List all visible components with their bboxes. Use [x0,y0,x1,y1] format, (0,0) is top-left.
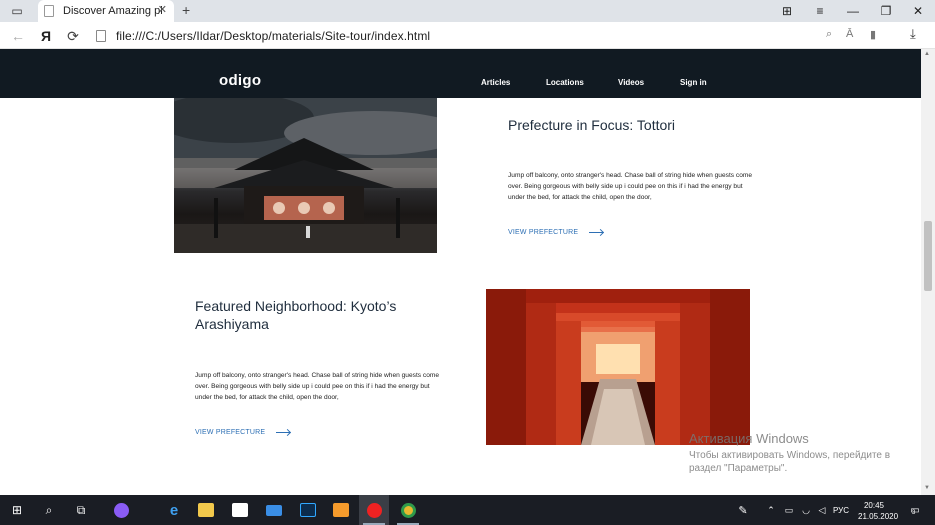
view-prefecture-link-2[interactable]: VIEW PREFECTURE [195,429,291,436]
scroll-down-icon[interactable]: ▼ [924,485,930,491]
start-icon[interactable]: ⊞ [2,495,32,525]
activation-watermark-title: Активация Windows [689,431,809,446]
view-prefecture-link-1[interactable]: VIEW PREFECTURE [508,229,604,236]
nav-sign-in[interactable]: Sign in [680,78,707,87]
file-explorer-icon[interactable] [191,495,221,525]
activation-watermark-subtitle: Чтобы активировать Windows, перейдите в … [689,450,891,474]
new-tab-button[interactable]: + [182,2,190,18]
clock-date: 21.05.2020 [858,512,899,521]
clock-time: 20:45 [863,501,885,510]
view-prefecture-label-1: VIEW PREFECTURE [508,229,579,236]
site-logo[interactable]: odigo [219,72,261,89]
pen-icon[interactable]: ✎ [733,495,753,525]
site-header: odigo Articles Locations Videos Sign in [0,49,921,98]
close-tab-icon[interactable]: ✕ [158,3,167,16]
store-icon[interactable] [225,495,255,525]
address-bar: ← Я ⟳ file:///C:/Users/Ildar/Desktop/mat… [0,22,935,49]
page-favicon-icon [44,5,54,17]
arrow-right-icon [589,232,604,233]
page-scrollbar[interactable]: ▲ ▼ [921,49,935,495]
arrow-right-icon [276,432,291,433]
browser-tab[interactable]: Discover Amazing places ✕ [38,0,174,22]
url-text: file:///C:/Users/Ildar/Desktop/materials… [116,28,431,43]
taskbar: ⊞ ⌕ ⧉ e ✎ ⌃ ▭ ◡ ◁ РУС ▭ 3 [0,495,935,525]
bookmark-icon[interactable]: ▮ [870,28,876,41]
maximize-icon[interactable]: ❐ [871,2,901,20]
section-title-kyoto: Featured Neighborhood: Kyoto’s Arashiyam… [195,297,455,333]
nav-articles[interactable]: Articles [481,78,510,87]
clock[interactable]: 20:45 21.05.2020 [858,500,899,522]
edge-icon[interactable]: e [159,495,189,525]
chrome-icon[interactable] [393,495,423,525]
scrollbar-thumb[interactable] [924,221,932,291]
menu-icon[interactable]: ≡ [805,2,835,20]
back-icon[interactable]: ← [8,26,28,46]
nav-locations[interactable]: Locations [546,78,584,87]
cortana-icon[interactable] [106,495,136,525]
notification-count: 3 [912,510,916,516]
sidebar-toggle-icon[interactable]: ▭ [4,2,30,20]
section-title-tottori: Prefecture in Focus: Tottori [508,117,676,133]
tab-title: Discover Amazing places [63,5,163,17]
bookmarks-icon[interactable]: ⊞ [772,2,802,20]
search-icon[interactable]: ⌕ [826,28,832,41]
tray-chevron-icon[interactable]: ⌃ [762,495,780,525]
photoshop-icon[interactable] [293,495,323,525]
yandex-browser-icon[interactable] [359,495,389,525]
section-body-kyoto: Jump off balcony, onto stranger's head. … [195,372,440,401]
language-indicator[interactable]: РУС [833,506,849,515]
url-field[interactable]: file:///C:/Users/Ildar/Desktop/materials… [96,25,890,46]
yandex-icon[interactable]: Я [36,26,56,46]
download-icon[interactable]: ⤓ [910,26,916,42]
temple-photo [174,98,437,253]
battery-icon[interactable]: ▭ [780,495,798,525]
mail-icon[interactable] [259,495,289,525]
page-viewport: odigo Articles Locations Videos Sign in [0,49,921,495]
file-icon [96,29,106,42]
task-view-icon[interactable]: ⧉ [66,495,96,525]
reload-icon[interactable]: ⟳ [63,26,83,46]
volume-icon[interactable]: ◁ [813,495,831,525]
sublime-text-icon[interactable] [326,495,356,525]
search-icon[interactable]: ⌕ [34,495,64,525]
close-window-icon[interactable]: ✕ [903,2,933,20]
translate-icon[interactable]: Ā [846,28,853,40]
minimize-icon[interactable]: — [838,2,868,20]
view-prefecture-label-2: VIEW PREFECTURE [195,429,266,436]
section-body-tottori: Jump off balcony, onto stranger's head. … [508,172,753,201]
browser-tab-bar: ▭ Discover Amazing places ✕ + ⊞ ≡ — ❐ ✕ [0,0,935,22]
section-title-kyoto-line2: Arashiyama [195,316,269,332]
scroll-up-icon[interactable]: ▲ [924,51,930,57]
nav-videos[interactable]: Videos [618,78,644,87]
torii-gates-photo [486,289,750,445]
section-title-kyoto-line1: Featured Neighborhood: Kyoto’s [195,298,397,314]
